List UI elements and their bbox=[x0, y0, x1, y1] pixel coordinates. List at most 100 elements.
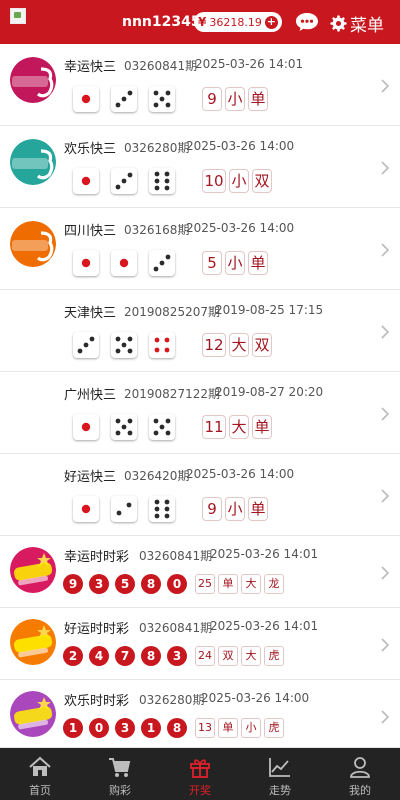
ssc-logo-icon bbox=[10, 547, 56, 593]
chevron-right-icon[interactable] bbox=[380, 488, 390, 503]
chevron-right-icon[interactable] bbox=[380, 406, 390, 421]
lottery-row[interactable]: 欢乐快三 0326280期 2025-03-26 14:00 10 小双 bbox=[0, 126, 400, 208]
size-result: 大 bbox=[241, 646, 261, 666]
lottery-name: 欢乐时时彩 bbox=[64, 694, 130, 709]
lottery-logo-icon bbox=[10, 221, 56, 267]
lottery-name: 幸运时时彩 bbox=[64, 550, 130, 565]
issue-number: 0326420期 bbox=[124, 469, 190, 483]
dice-face-1-icon bbox=[73, 250, 99, 276]
dragon-tiger-result: 龙 bbox=[264, 574, 284, 594]
dice-face-5-icon bbox=[149, 86, 175, 112]
issue-number: 03260841期 bbox=[124, 59, 198, 73]
parity-result: 单 bbox=[218, 718, 238, 738]
nav-tab-cart[interactable]: 购彩 bbox=[80, 748, 160, 800]
parity-result: 双 bbox=[218, 646, 238, 666]
issue-number: 03260841期 bbox=[139, 621, 213, 635]
result-ball: 4 bbox=[89, 646, 109, 666]
parity-result: 双 bbox=[252, 169, 272, 193]
recharge-plus-icon[interactable]: + bbox=[264, 15, 278, 29]
sum-value: 13 bbox=[195, 718, 215, 738]
ssc-row[interactable]: 欢乐时时彩 0326280期 2025-03-26 14:00 1 0 3 1 8 13 单小虎 bbox=[0, 680, 400, 748]
lottery-row[interactable]: 天津快三 20190825207期 2019-08-25 17:15 12 大双 bbox=[0, 290, 400, 372]
result-ball: 8 bbox=[141, 646, 161, 666]
result-ball: 1 bbox=[141, 718, 161, 738]
result-ball: 9 bbox=[63, 574, 83, 594]
lottery-row[interactable]: 好运快三 0326420期 2025-03-26 14:00 9 小单 bbox=[0, 454, 400, 536]
size-result: 大 bbox=[241, 574, 261, 594]
user-icon bbox=[350, 757, 370, 778]
lottery-name: 幸运快三 bbox=[64, 60, 117, 75]
cart-icon bbox=[109, 758, 131, 777]
lottery-row[interactable]: 广州快三 20190827122期 2019-08-27 20:20 11 大单 bbox=[0, 372, 400, 454]
chevron-right-icon[interactable] bbox=[380, 709, 390, 724]
dice-face-1-icon bbox=[111, 250, 137, 276]
bottom-nav: 首页 购彩 开奖 走势 我的 bbox=[0, 748, 400, 800]
result-ball: 3 bbox=[167, 646, 187, 666]
lottery-name: 天津快三 bbox=[64, 306, 117, 321]
result-ball: 8 bbox=[141, 574, 161, 594]
size-result: 小 bbox=[225, 87, 245, 111]
dice-face-1-icon bbox=[73, 168, 99, 194]
parity-result: 单 bbox=[248, 497, 268, 521]
menu-button[interactable]: 菜单 bbox=[330, 11, 384, 36]
size-result: 小 bbox=[229, 169, 249, 193]
nav-tab-trend[interactable]: 走势 bbox=[240, 748, 320, 800]
chevron-right-icon[interactable] bbox=[380, 160, 390, 175]
result-ball: 3 bbox=[115, 718, 135, 738]
sum-value: 11 bbox=[202, 415, 226, 439]
dice-face-1-icon bbox=[73, 414, 99, 440]
lottery-logo-icon bbox=[10, 57, 56, 103]
ssc-logo-icon bbox=[10, 691, 56, 737]
nav-tab-home[interactable]: 首页 bbox=[0, 748, 80, 800]
chevron-right-icon[interactable] bbox=[380, 242, 390, 257]
nav-tab-user[interactable]: 我的 bbox=[320, 748, 400, 800]
issue-number: 0326168期 bbox=[124, 223, 190, 237]
lottery-logo-icon bbox=[10, 139, 56, 185]
dice-face-3-icon bbox=[149, 250, 175, 276]
issue-number: 20190827122期 bbox=[124, 387, 220, 401]
draw-time: 2025-03-26 14:01 bbox=[210, 547, 319, 561]
draw-time: 2025-03-26 14:01 bbox=[210, 619, 319, 633]
ssc-row[interactable]: 幸运时时彩 03260841期 2025-03-26 14:01 9 3 5 8 0 25 单大龙 bbox=[0, 536, 400, 608]
nav-label: 走势 bbox=[269, 784, 291, 797]
dice-face-5-icon bbox=[111, 414, 137, 440]
top-header: nnn123456 ¥ 36218.19 + 菜单 bbox=[0, 0, 400, 44]
gift-icon bbox=[190, 759, 210, 778]
parity-result: 单 bbox=[252, 415, 272, 439]
chat-icon[interactable] bbox=[295, 12, 319, 32]
size-result: 小 bbox=[225, 251, 245, 275]
result-ball: 2 bbox=[63, 646, 83, 666]
gear-icon bbox=[330, 15, 347, 32]
lottery-name: 广州快三 bbox=[64, 388, 117, 403]
chevron-right-icon[interactable] bbox=[380, 324, 390, 339]
nav-tab-gift[interactable]: 开奖 bbox=[160, 748, 240, 800]
nav-label: 首页 bbox=[29, 784, 51, 797]
sum-value: 24 bbox=[195, 646, 215, 666]
result-ball: 3 bbox=[89, 574, 109, 594]
lottery-row[interactable]: 四川快三 0326168期 2025-03-26 14:00 5 小单 bbox=[0, 208, 400, 290]
dragon-tiger-result: 虎 bbox=[264, 646, 284, 666]
dice-face-1-icon bbox=[73, 86, 99, 112]
draw-time: 2019-08-27 20:20 bbox=[215, 385, 324, 399]
size-result: 小 bbox=[225, 497, 245, 521]
nav-label: 开奖 bbox=[189, 784, 211, 797]
result-ball: 8 bbox=[167, 718, 187, 738]
ssc-row[interactable]: 好运时时彩 03260841期 2025-03-26 14:01 2 4 7 8 3 24 双大虎 bbox=[0, 608, 400, 680]
chevron-right-icon[interactable] bbox=[380, 78, 390, 93]
chevron-right-icon[interactable] bbox=[380, 565, 390, 580]
draw-time: 2025-03-26 14:00 bbox=[186, 139, 295, 153]
lottery-name: 四川快三 bbox=[64, 224, 117, 239]
dice-face-4-icon bbox=[149, 332, 175, 358]
result-ball: 1 bbox=[63, 718, 83, 738]
balance-badge[interactable]: ¥ 36218.19 + bbox=[194, 12, 282, 32]
lottery-row[interactable]: 幸运快三 03260841期 2025-03-26 14:01 9 小单 bbox=[0, 44, 400, 126]
result-ball: 0 bbox=[89, 718, 109, 738]
draw-time: 2025-03-26 14:00 bbox=[186, 221, 295, 235]
issue-number: 20190825207期 bbox=[124, 305, 220, 319]
parity-result: 单 bbox=[248, 87, 268, 111]
chevron-right-icon[interactable] bbox=[380, 637, 390, 652]
dice-face-6-icon bbox=[149, 168, 175, 194]
dice-face-5-icon bbox=[111, 332, 137, 358]
result-ball: 7 bbox=[115, 646, 135, 666]
dice-face-3-icon bbox=[73, 332, 99, 358]
